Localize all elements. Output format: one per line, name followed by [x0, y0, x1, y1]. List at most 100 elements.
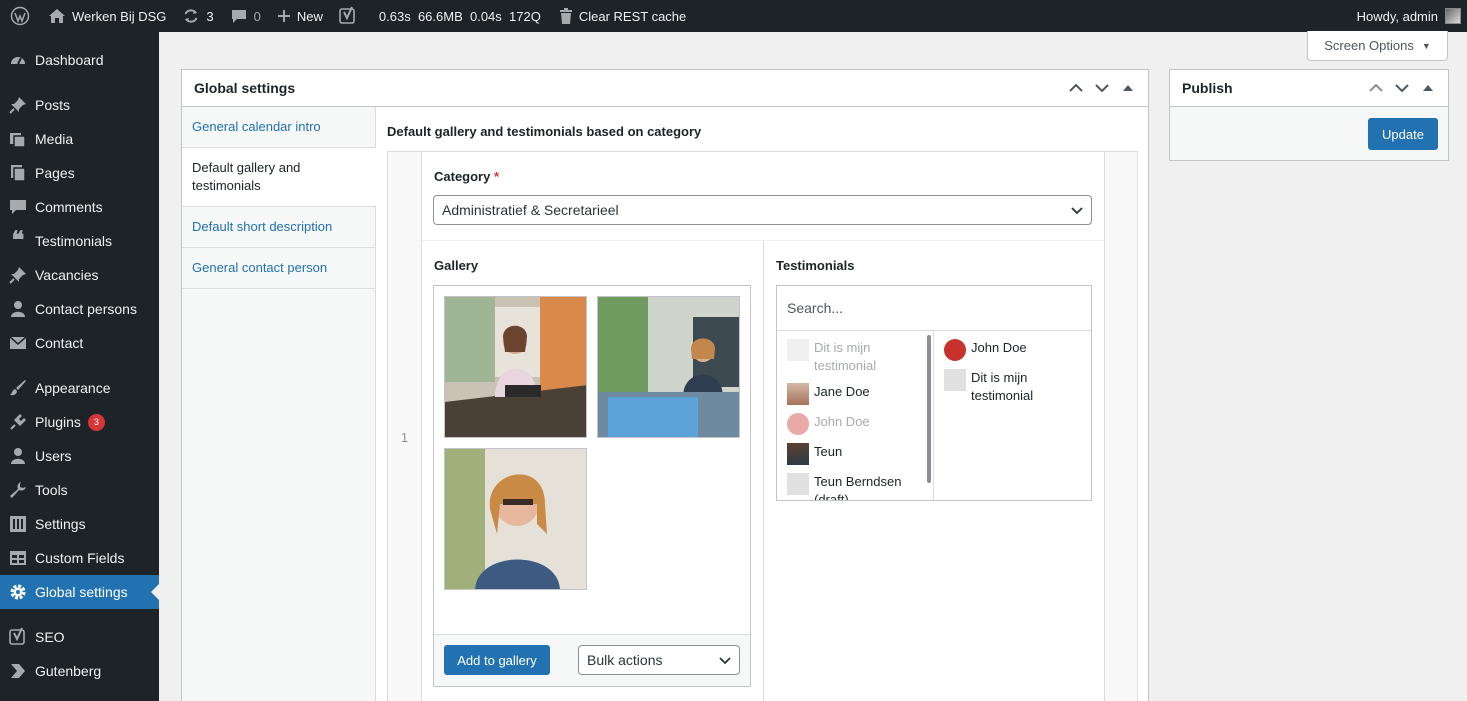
admin-sidebar: Dashboard Posts Media Pages Comments ❝ T… — [0, 32, 159, 701]
clear-rest-cache-link[interactable]: Clear REST cache — [549, 0, 694, 32]
gallery-thumbnail[interactable] — [444, 448, 587, 590]
avatar — [1445, 8, 1461, 24]
sidebar-item-custom-fields[interactable]: Custom Fields — [0, 541, 159, 575]
global-settings-box: Global settings General calendar intro D… — [181, 69, 1149, 701]
row-number[interactable]: 1 — [388, 152, 421, 701]
plugins-update-badge: 3 — [87, 413, 105, 431]
sidebar-item-dashboard[interactable]: Dashboard — [0, 43, 159, 77]
gallery-thumbnail[interactable] — [444, 296, 587, 438]
pages-icon — [8, 163, 28, 183]
sidebar-item-contact[interactable]: Contact — [0, 326, 159, 360]
wrench-icon — [8, 480, 28, 500]
list-item-label: Teun — [814, 444, 843, 459]
bulk-actions-select[interactable]: Bulk actions — [578, 645, 740, 675]
sidebar-item-label: Vacancies — [35, 267, 99, 283]
comments-link[interactable]: 0 — [222, 0, 269, 32]
list-item[interactable]: Teun Berndsen (draft) — [777, 469, 933, 500]
trash-icon — [559, 8, 573, 24]
category-label-text: Category — [434, 169, 491, 184]
chevron-up-icon[interactable] — [1066, 83, 1086, 93]
postbox-header: Global settings — [182, 70, 1148, 107]
sidebar-item-gutenberg[interactable]: Gutenberg — [0, 654, 159, 688]
avatar — [787, 383, 809, 405]
toggle-panel-icon[interactable] — [1418, 84, 1438, 92]
sidebar-item-label: Appearance — [35, 380, 111, 396]
sidebar-item-users[interactable]: Users — [0, 439, 159, 473]
site-name-link[interactable]: Werken Bij DSG — [40, 0, 174, 32]
chevron-down-icon[interactable] — [1392, 83, 1412, 93]
sidebar-item-label: Global settings — [35, 584, 128, 600]
gallery-thumbnail[interactable] — [597, 296, 740, 438]
sidebar-item-testimonials[interactable]: ❝ Testimonials — [0, 224, 159, 258]
placeholder-thumbnail — [787, 339, 809, 361]
sidebar-item-label: Contact — [35, 335, 84, 351]
list-item-label: Teun Berndsen (draft) — [814, 474, 902, 500]
tab-general-contact-person[interactable]: General contact person — [182, 248, 375, 289]
add-to-gallery-button[interactable]: Add to gallery — [444, 645, 550, 675]
testimonials-search-input[interactable]: Search... — [777, 286, 1091, 331]
sidebar-item-contact-persons[interactable]: Contact persons — [0, 292, 159, 326]
category-repeater: 1 Category * Administratief & Secretarie… — [387, 151, 1138, 701]
sidebar-item-global-settings[interactable]: Global settings — [0, 575, 159, 609]
mail-icon — [8, 333, 28, 353]
list-item[interactable]: Dit is mijn testimonial — [934, 365, 1091, 409]
update-button[interactable]: Update — [1368, 118, 1438, 150]
sidebar-item-appearance[interactable]: Appearance — [0, 371, 159, 405]
list-item-label: John Doe — [971, 340, 1027, 355]
gallery-label: Gallery — [434, 258, 479, 273]
pin-icon — [8, 95, 28, 115]
sidebar-item-media[interactable]: Media — [0, 122, 159, 156]
chevron-up-icon[interactable] — [1366, 83, 1386, 93]
updates-link[interactable]: 3 — [174, 0, 221, 32]
sidebar-item-comments[interactable]: Comments — [0, 190, 159, 224]
tab-general-calendar-intro[interactable]: General calendar intro — [182, 107, 375, 148]
gallery-field: Add to gallery Bulk actions — [433, 285, 751, 687]
tab-default-gallery-and-testimonials[interactable]: Default gallery and testimonials — [182, 148, 376, 207]
sidebar-item-settings[interactable]: Settings — [0, 507, 159, 541]
sidebar-item-label: Plugins — [35, 414, 81, 430]
query-monitor-link[interactable]: 0.63s 66.6MB 0.04s 172Q — [365, 0, 549, 32]
list-item-label: Dit is mijn testimonial — [814, 340, 877, 373]
person-icon — [8, 299, 28, 319]
sidebar-item-label: Posts — [35, 97, 71, 113]
wordpress-logo-icon — [10, 6, 30, 26]
sidebar-item-tools[interactable]: Tools — [0, 473, 159, 507]
sidebar-item-plugins[interactable]: Plugins 3 — [0, 405, 159, 439]
pin-icon — [8, 265, 28, 285]
list-item[interactable]: Teun — [777, 439, 933, 469]
plugin-icon — [8, 412, 28, 432]
wordpress-logo-button[interactable] — [0, 0, 40, 32]
bulk-actions-value: Bulk actions — [587, 652, 663, 668]
new-content-link[interactable]: New — [269, 0, 331, 32]
screen-options-button[interactable]: Screen Options ▼ — [1307, 31, 1448, 61]
sidebar-item-vacancies[interactable]: Vacancies — [0, 258, 159, 292]
postbox-header: Publish — [1170, 70, 1448, 107]
my-account-link[interactable]: Howdy, admin — [1349, 0, 1467, 32]
list-item[interactable]: Jane Doe — [777, 379, 933, 409]
list-scrollbar[interactable] — [927, 335, 931, 483]
gear-icon — [8, 582, 28, 602]
perf-time: 0.63s — [378, 8, 411, 24]
comment-icon — [230, 8, 248, 24]
yoast-icon — [339, 6, 357, 26]
publish-box: Publish Update — [1169, 69, 1449, 161]
list-item-label: John Doe — [814, 414, 870, 429]
placeholder-thumbnail — [787, 473, 809, 495]
new-label: New — [296, 8, 323, 24]
dashboard-icon — [8, 50, 28, 70]
sidebar-item-posts[interactable]: Posts — [0, 88, 159, 122]
avatar — [787, 443, 809, 465]
testimonials-relationship-field: Search... Dit is mijn testimonial Jane D… — [776, 285, 1092, 501]
sidebar-item-label: Gutenberg — [35, 663, 102, 679]
sidebar-item-pages[interactable]: Pages — [0, 156, 159, 190]
yoast-icon — [8, 627, 28, 647]
toggle-panel-icon[interactable] — [1118, 84, 1138, 92]
chevron-down-icon[interactable] — [1092, 83, 1112, 93]
yoast-menu-button[interactable] — [331, 0, 365, 32]
category-select[interactable]: Administratief & Secretarieel — [433, 195, 1092, 225]
tab-default-short-description[interactable]: Default short description — [182, 207, 375, 248]
sidebar-item-seo[interactable]: SEO — [0, 620, 159, 654]
list-item[interactable]: John Doe — [934, 335, 1091, 365]
perf-queries: 172Q — [509, 8, 541, 24]
media-icon — [8, 129, 28, 149]
